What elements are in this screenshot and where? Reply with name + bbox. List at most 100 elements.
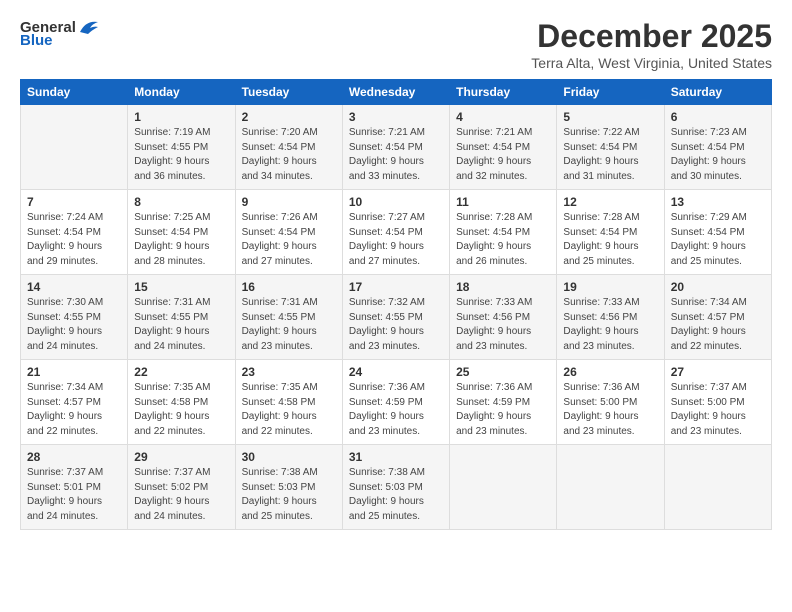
day-cell: 25 Sunrise: 7:36 AMSunset: 4:59 PMDayligh…: [450, 360, 557, 445]
day-cell: 5 Sunrise: 7:22 AMSunset: 4:54 PMDaylight…: [557, 105, 664, 190]
day-info: Sunrise: 7:33 AMSunset: 4:56 PMDaylight:…: [456, 296, 550, 354]
day-number: 31: [349, 450, 443, 464]
day-cell: 27 Sunrise: 7:37 AMSunset: 5:00 PMDayligh…: [664, 360, 771, 445]
day-cell: 4Sunrise: 7:21 AMSunset: 4:54 PMDaylight…: [450, 105, 557, 190]
day-cell: [21, 105, 128, 190]
day-cell: 18 Sunrise: 7:33 AMSunset: 4:56 PMDayligh…: [450, 275, 557, 360]
day-info: Sunrise: 7:27 AMSunset: 4:54 PMDaylight:…: [349, 211, 443, 269]
day-number: 19: [563, 280, 657, 294]
day-info: Sunrise: 7:37 AMSunset: 5:01 PMDaylight:…: [27, 466, 121, 524]
day-info: Sunrise: 7:32 AMSunset: 4:55 PMDaylight:…: [349, 296, 443, 354]
day-info: Sunrise: 7:29 AMSunset: 4:54 PMDaylight:…: [671, 211, 765, 269]
day-cell: 16Sunrise: 7:31 AMSunset: 4:55 PMDayligh…: [235, 275, 342, 360]
day-info: Sunrise: 7:21 AMSunset: 4:54 PMDaylight:…: [349, 126, 443, 184]
day-info: Sunrise: 7:38 AMSunset: 5:03 PMDaylight:…: [242, 466, 336, 524]
location: Terra Alta, West Virginia, United States: [531, 55, 772, 71]
day-cell: 21Sunrise: 7:34 AMSunset: 4:57 PMDayligh…: [21, 360, 128, 445]
day-cell: 22 Sunrise: 7:35 AMSunset: 4:58 PMDayligh…: [128, 360, 235, 445]
logo: General Blue: [20, 18, 100, 49]
week-row-3: 14 Sunrise: 7:30 AMSunset: 4:55 PMDayligh…: [21, 275, 772, 360]
day-cell: 17 Sunrise: 7:32 AMSunset: 4:55 PMDayligh…: [342, 275, 449, 360]
day-number: 27: [671, 365, 765, 379]
day-cell: 31 Sunrise: 7:38 AMSunset: 5:03 PMDayligh…: [342, 445, 449, 530]
day-cell: 8 Sunrise: 7:25 AMSunset: 4:54 PMDaylight…: [128, 190, 235, 275]
day-cell: [557, 445, 664, 530]
logo-blue: Blue: [20, 32, 100, 49]
col-header-sunday: Sunday: [21, 80, 128, 105]
day-cell: 24 Sunrise: 7:36 AMSunset: 4:59 PMDayligh…: [342, 360, 449, 445]
col-header-thursday: Thursday: [450, 80, 557, 105]
day-cell: 28 Sunrise: 7:37 AMSunset: 5:01 PMDayligh…: [21, 445, 128, 530]
col-header-saturday: Saturday: [664, 80, 771, 105]
day-cell: 15 Sunrise: 7:31 AMSunset: 4:55 PMDayligh…: [128, 275, 235, 360]
day-info: Sunrise: 7:34 AMSunset: 4:57 PMDaylight:…: [27, 381, 121, 439]
day-info: Sunrise: 7:30 AMSunset: 4:55 PMDaylight:…: [27, 296, 121, 354]
day-number: 17: [349, 280, 443, 294]
week-row-4: 21Sunrise: 7:34 AMSunset: 4:57 PMDayligh…: [21, 360, 772, 445]
day-cell: 13 Sunrise: 7:29 AMSunset: 4:54 PMDayligh…: [664, 190, 771, 275]
day-info: Sunrise: 7:34 AMSunset: 4:57 PMDaylight:…: [671, 296, 765, 354]
week-row-2: 7 Sunrise: 7:24 AMSunset: 4:54 PMDaylight…: [21, 190, 772, 275]
day-info: Sunrise: 7:20 AMSunset: 4:54 PMDaylight:…: [242, 126, 336, 184]
day-cell: 9 Sunrise: 7:26 AMSunset: 4:54 PMDaylight…: [235, 190, 342, 275]
day-cell: 1 Sunrise: 7:19 AMSunset: 4:55 PMDaylight…: [128, 105, 235, 190]
day-number: 5: [563, 110, 657, 124]
day-number: 22: [134, 365, 228, 379]
day-number: 7: [27, 195, 121, 209]
day-number: 15: [134, 280, 228, 294]
day-number: 14: [27, 280, 121, 294]
day-number: 3: [349, 110, 443, 124]
day-cell: 26Sunrise: 7:36 AMSunset: 5:00 PMDayligh…: [557, 360, 664, 445]
day-cell: 23Sunrise: 7:35 AMSunset: 4:58 PMDayligh…: [235, 360, 342, 445]
day-cell: [450, 445, 557, 530]
day-cell: 30 Sunrise: 7:38 AMSunset: 5:03 PMDayligh…: [235, 445, 342, 530]
day-cell: 19Sunrise: 7:33 AMSunset: 4:56 PMDayligh…: [557, 275, 664, 360]
day-info: Sunrise: 7:24 AMSunset: 4:54 PMDaylight:…: [27, 211, 121, 269]
day-info: Sunrise: 7:31 AMSunset: 4:55 PMDaylight:…: [134, 296, 228, 354]
day-cell: 29Sunrise: 7:37 AMSunset: 5:02 PMDayligh…: [128, 445, 235, 530]
day-cell: 12 Sunrise: 7:28 AMSunset: 4:54 PMDayligh…: [557, 190, 664, 275]
day-info: Sunrise: 7:36 AMSunset: 4:59 PMDaylight:…: [349, 381, 443, 439]
day-info: Sunrise: 7:25 AMSunset: 4:54 PMDaylight:…: [134, 211, 228, 269]
day-info: Sunrise: 7:31 AMSunset: 4:55 PMDaylight:…: [242, 296, 336, 354]
day-number: 8: [134, 195, 228, 209]
day-info: Sunrise: 7:19 AMSunset: 4:55 PMDaylight:…: [134, 126, 228, 184]
day-number: 28: [27, 450, 121, 464]
day-info: Sunrise: 7:35 AMSunset: 4:58 PMDaylight:…: [134, 381, 228, 439]
day-cell: 10 Sunrise: 7:27 AMSunset: 4:54 PMDayligh…: [342, 190, 449, 275]
day-number: 18: [456, 280, 550, 294]
day-number: 1: [134, 110, 228, 124]
month-title: December 2025: [531, 18, 772, 55]
day-info: Sunrise: 7:36 AMSunset: 5:00 PMDaylight:…: [563, 381, 657, 439]
day-number: 6: [671, 110, 765, 124]
day-number: 30: [242, 450, 336, 464]
day-info: Sunrise: 7:38 AMSunset: 5:03 PMDaylight:…: [349, 466, 443, 524]
page: General Blue December 2025 Terra Alta, W…: [0, 0, 792, 540]
day-number: 9: [242, 195, 336, 209]
day-number: 11: [456, 195, 550, 209]
day-info: Sunrise: 7:37 AMSunset: 5:00 PMDaylight:…: [671, 381, 765, 439]
day-info: Sunrise: 7:35 AMSunset: 4:58 PMDaylight:…: [242, 381, 336, 439]
day-info: Sunrise: 7:23 AMSunset: 4:54 PMDaylight:…: [671, 126, 765, 184]
col-header-monday: Monday: [128, 80, 235, 105]
header-row: SundayMondayTuesdayWednesdayThursdayFrid…: [21, 80, 772, 105]
day-cell: 7 Sunrise: 7:24 AMSunset: 4:54 PMDaylight…: [21, 190, 128, 275]
day-number: 4: [456, 110, 550, 124]
day-info: Sunrise: 7:26 AMSunset: 4:54 PMDaylight:…: [242, 211, 336, 269]
col-header-friday: Friday: [557, 80, 664, 105]
day-number: 12: [563, 195, 657, 209]
header: General Blue December 2025 Terra Alta, W…: [20, 18, 772, 71]
day-number: 24: [349, 365, 443, 379]
day-number: 20: [671, 280, 765, 294]
day-cell: [664, 445, 771, 530]
day-number: 13: [671, 195, 765, 209]
calendar-table: SundayMondayTuesdayWednesdayThursdayFrid…: [20, 79, 772, 530]
day-info: Sunrise: 7:28 AMSunset: 4:54 PMDaylight:…: [563, 211, 657, 269]
day-number: 25: [456, 365, 550, 379]
day-number: 10: [349, 195, 443, 209]
day-info: Sunrise: 7:36 AMSunset: 4:59 PMDaylight:…: [456, 381, 550, 439]
week-row-5: 28 Sunrise: 7:37 AMSunset: 5:01 PMDayligh…: [21, 445, 772, 530]
day-info: Sunrise: 7:22 AMSunset: 4:54 PMDaylight:…: [563, 126, 657, 184]
col-header-wednesday: Wednesday: [342, 80, 449, 105]
day-cell: 2Sunrise: 7:20 AMSunset: 4:54 PMDaylight…: [235, 105, 342, 190]
